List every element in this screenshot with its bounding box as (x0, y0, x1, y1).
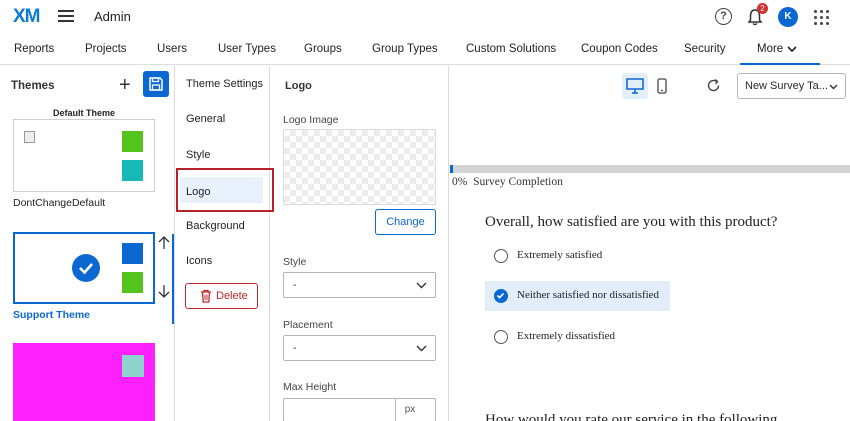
chevron-down-icon (416, 282, 427, 289)
logo-settings-form: Logo Logo Image Change Style - Placement… (271, 66, 449, 421)
logo-image-preview[interactable] (283, 129, 436, 205)
theme-swatch (122, 355, 144, 377)
radio-button[interactable] (494, 330, 508, 344)
help-icon[interactable]: ? (715, 8, 732, 25)
nav-security[interactable]: Security (684, 43, 726, 55)
placement-select-value: - (293, 342, 297, 354)
choice-label: Neither satisfied nor dissatisfied (517, 289, 660, 301)
survey-template-select[interactable]: New Survey Ta... (737, 73, 846, 99)
style-select[interactable]: - (283, 272, 436, 298)
max-height-label: Max Height (283, 381, 337, 393)
desktop-preview-button[interactable] (622, 73, 648, 99)
settings-item-style[interactable]: Style (186, 149, 210, 161)
theme-name: DontChangeDefault (13, 197, 106, 209)
theme-card-dontchangedefault[interactable] (13, 119, 155, 192)
choice-option-selected[interactable]: Neither satisfied nor dissatisfied (485, 281, 670, 311)
chevron-down-icon (829, 84, 838, 90)
style-select-value: - (293, 279, 297, 291)
notification-count-badge: 2 (757, 3, 768, 14)
placement-select[interactable]: - (283, 335, 436, 361)
question-text: Overall, how satisfied are you with this… (485, 214, 778, 230)
choice-option[interactable]: Extremely dissatisfied (485, 322, 670, 352)
move-down-arrow-icon[interactable] (158, 284, 170, 298)
nav-reports[interactable]: Reports (14, 43, 54, 55)
settings-item-background[interactable]: Background (186, 220, 245, 232)
survey-progress-bar (450, 165, 850, 173)
theme-settings-nav: Theme Settings General Style Logo Backgr… (176, 66, 270, 421)
theme-name-selected: Support Theme (13, 309, 91, 321)
themes-panel: Themes + Default Theme DontChangeDefault… (0, 66, 175, 421)
nav-group-types[interactable]: Group Types (372, 43, 438, 55)
broken-image-icon (24, 131, 35, 143)
progress-fill (450, 165, 453, 173)
radio-button-checked[interactable] (494, 289, 508, 303)
theme-swatch (122, 272, 143, 293)
refresh-icon[interactable] (706, 78, 721, 93)
save-icon (149, 77, 163, 91)
theme-swatch (122, 131, 143, 152)
style-label: Style (283, 256, 307, 268)
theme-card-magenta[interactable] (13, 343, 155, 421)
nav-users[interactable]: Users (157, 43, 187, 55)
survey-preview: New Survey Ta... 0% Survey Completion Ov… (450, 66, 850, 421)
app-title: Admin (94, 9, 131, 24)
move-up-arrow-icon[interactable] (158, 236, 170, 250)
selected-check-icon (72, 254, 100, 282)
trash-icon (201, 289, 211, 303)
logo-highlight-box (176, 168, 274, 212)
add-theme-icon[interactable]: + (119, 75, 131, 95)
choice-label: Extremely dissatisfied (517, 330, 616, 342)
delete-label: Delete (216, 290, 248, 302)
desktop-icon (626, 78, 644, 94)
progress-label: 0% Survey Completion (452, 176, 563, 188)
survey-template-value: New Survey Ta... (745, 80, 828, 92)
theme-card-support-theme[interactable] (13, 232, 155, 304)
chevron-down-icon (787, 46, 797, 53)
change-logo-button[interactable]: Change (375, 209, 436, 235)
choice-label: Extremely satisfied (517, 249, 603, 261)
form-title: Logo (285, 80, 312, 92)
theme-swatch (122, 243, 143, 264)
nav-more[interactable]: More (740, 34, 820, 65)
default-theme-label: Default Theme (52, 108, 115, 118)
delete-theme-button[interactable]: Delete (185, 283, 258, 309)
nav-more-label: More (757, 43, 784, 55)
chevron-down-icon (416, 345, 427, 352)
radio-button[interactable] (494, 249, 508, 263)
top-bar: XM Admin ? 2 K (0, 0, 850, 34)
placement-label: Placement (283, 319, 333, 331)
themes-title: Themes (11, 80, 55, 92)
nav-coupon-codes[interactable]: Coupon Codes (581, 43, 658, 55)
max-height-unit: px (395, 398, 424, 421)
settings-item-general[interactable]: General (186, 113, 225, 125)
avatar[interactable]: K (778, 7, 798, 27)
nav-groups[interactable]: Groups (304, 43, 342, 55)
logo-image-label: Logo Image (283, 114, 339, 126)
next-question-text: How would you rate our service in the fo… (485, 412, 778, 421)
mobile-icon[interactable] (657, 78, 667, 94)
nav-user-types[interactable]: User Types (218, 43, 276, 55)
save-theme-button[interactable] (143, 71, 169, 97)
hamburger-menu-icon[interactable] (58, 10, 74, 22)
app-grid-icon[interactable] (813, 9, 829, 25)
choice-option[interactable]: Extremely satisfied (485, 241, 670, 271)
nav-projects[interactable]: Projects (85, 43, 127, 55)
themes-scrollbar[interactable] (172, 234, 174, 324)
theme-swatch (122, 160, 143, 181)
theme-settings-title: Theme Settings (186, 78, 264, 90)
settings-item-icons[interactable]: Icons (186, 255, 212, 267)
nav-custom-solutions[interactable]: Custom Solutions (466, 43, 556, 55)
admin-nav-bar: Reports Projects Users User Types Groups… (0, 34, 850, 65)
xm-logo[interactable]: XM (13, 6, 40, 28)
